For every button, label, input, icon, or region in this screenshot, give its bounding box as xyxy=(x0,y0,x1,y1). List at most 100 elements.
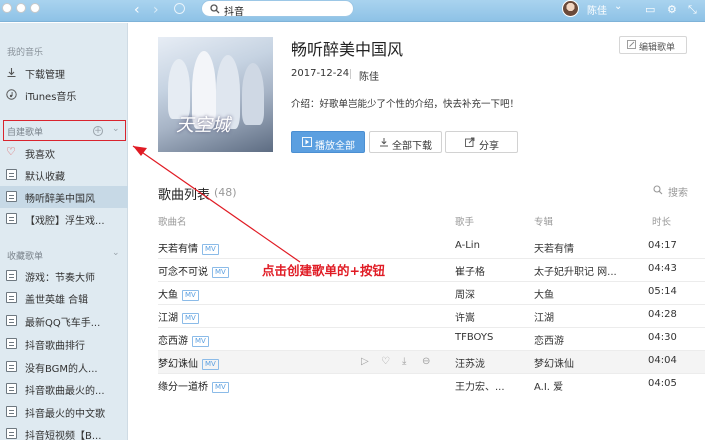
column-header-artist[interactable]: 歌手 xyxy=(455,214,474,228)
table-row[interactable]: 梦幻诛仙 MV ▷ ♡ ⤓ ⊖ 汪苏泷 梦幻诛仙 04:04 xyxy=(158,351,705,374)
song-artist[interactable]: 周深 xyxy=(455,286,475,301)
song-album[interactable]: 恋西游 xyxy=(534,332,624,347)
song-artist[interactable]: 汪苏泷 xyxy=(455,355,485,370)
heart-icon: ♡ xyxy=(6,145,16,158)
song-list-title: 歌曲列表 xyxy=(158,188,211,203)
song-artist[interactable]: 崔子格 xyxy=(455,263,485,278)
table-row[interactable]: 江湖 MV 许嵩 江湖 04:28 xyxy=(158,305,705,328)
forward-arrow-icon[interactable]: › xyxy=(153,2,159,18)
song-name[interactable]: 缘分一道桥 MV xyxy=(158,378,229,393)
sidebar-item-collected[interactable]: 抖音歌曲排行 xyxy=(0,333,128,355)
song-album[interactable]: 天若有情 xyxy=(534,240,624,255)
song-album[interactable]: A.I. 爱 xyxy=(534,378,624,393)
playlist-icon xyxy=(6,270,17,281)
song-duration: 04:28 xyxy=(648,309,677,320)
playlist-icon xyxy=(6,315,17,326)
table-row[interactable]: 缘分一道桥 MV 王力宏、... A.I. 爱 04:05 xyxy=(158,374,705,397)
chevron-down-icon[interactable]: ⌄ xyxy=(112,248,120,258)
refresh-icon[interactable] xyxy=(174,3,185,14)
sidebar-item-label: 盖世英雄 合辑 xyxy=(25,295,89,306)
sidebar-item-playlist[interactable]: 【戏腔】浮生戏... xyxy=(0,208,128,230)
minimize-icon[interactable]: ⤡ xyxy=(688,3,697,17)
song-album[interactable]: 大鱼 xyxy=(534,286,624,301)
title-bar: ‹ › 抖音 陈佳 ⌄ ▭ ⚙ ⤡ xyxy=(0,0,705,22)
sidebar-item-label: 没有BGM的人... xyxy=(25,364,98,375)
song-artist[interactable]: A-Lin xyxy=(455,240,480,251)
play-icon[interactable]: ▷ xyxy=(361,356,369,367)
sidebar-item-itunes[interactable]: iTunes音乐 xyxy=(0,84,128,106)
play-all-button[interactable]: 播放全部 xyxy=(291,131,365,153)
song-name[interactable]: 恋西游 MV xyxy=(158,332,209,347)
search-input[interactable]: 抖音 xyxy=(201,0,354,18)
sidebar-item-collected[interactable]: 游戏：节奏大师 xyxy=(0,265,128,287)
mv-badge[interactable]: MV xyxy=(212,382,229,393)
song-title: 缘分一道桥 xyxy=(158,382,208,393)
sidebar-item-collected[interactable]: 盖世英雄 合辑 xyxy=(0,287,128,309)
song-name[interactable]: 大鱼 MV xyxy=(158,286,199,301)
avatar[interactable] xyxy=(562,0,579,17)
download-icon[interactable]: ⤓ xyxy=(402,356,406,367)
play-icon xyxy=(302,137,312,147)
sidebar-item-collected[interactable]: 抖音歌曲最火的... xyxy=(0,378,128,400)
sidebar-item-default-collection[interactable]: 默认收藏 xyxy=(0,164,128,186)
table-row[interactable]: 天若有情 MV A-Lin 天若有情 04:17 xyxy=(158,236,705,259)
window-minimize-button[interactable] xyxy=(16,3,26,13)
edit-icon xyxy=(627,40,636,49)
song-duration: 04:30 xyxy=(648,332,677,343)
song-duration: 04:04 xyxy=(648,355,677,366)
download-icon xyxy=(7,68,16,78)
more-icon[interactable]: ⊖ xyxy=(422,356,430,367)
song-artist[interactable]: 王力宏、... xyxy=(455,378,505,393)
back-arrow-icon[interactable]: ‹ xyxy=(134,2,140,18)
edit-playlist-button[interactable]: 编辑歌单 xyxy=(619,36,687,54)
mv-badge[interactable]: MV xyxy=(212,267,229,278)
song-name[interactable]: 可念不可说 MV xyxy=(158,263,229,278)
gear-icon[interactable]: ⚙ xyxy=(667,3,677,16)
download-all-button[interactable]: 全部下载 xyxy=(369,131,442,153)
song-name[interactable]: 天若有情 MV xyxy=(158,240,219,255)
song-album[interactable]: 梦幻诛仙 xyxy=(534,355,624,370)
sidebar-item-downloads[interactable]: 下载管理 xyxy=(0,62,128,84)
user-name[interactable]: 陈佳 xyxy=(587,2,607,17)
playlist-date: 2017-12-24 xyxy=(291,68,350,79)
sidebar-item-collected[interactable]: 抖音最火的中文歌 xyxy=(0,401,128,423)
sidebar-item-current-playlist[interactable]: 畅听醉美中国风 xyxy=(0,186,128,208)
column-header-duration[interactable]: 时长 xyxy=(652,214,671,228)
cover-figure xyxy=(242,63,264,125)
table-row[interactable]: 恋西游 MV TFBOYS 恋西游 04:30 xyxy=(158,328,705,351)
window-zoom-button[interactable] xyxy=(30,3,40,13)
playlist-icon xyxy=(6,191,17,202)
song-album[interactable]: 江湖 xyxy=(534,309,624,324)
song-artist[interactable]: TFBOYS xyxy=(455,332,493,343)
mv-badge[interactable]: MV xyxy=(182,290,199,301)
column-header-name[interactable]: 歌曲名 xyxy=(158,214,187,228)
window-close-button[interactable] xyxy=(2,3,12,13)
cover-figure xyxy=(168,59,190,119)
song-duration: 04:05 xyxy=(648,378,677,389)
playlist-icon xyxy=(6,213,17,224)
message-icon[interactable]: ▭ xyxy=(645,3,655,16)
section-header-collected-playlists: 收藏歌单 ⌄ xyxy=(0,247,128,263)
mv-badge[interactable]: MV xyxy=(182,313,199,324)
sidebar-item-favorites[interactable]: ♡ 我喜欢 xyxy=(0,142,128,164)
table-row[interactable]: 可念不可说 MV 崔子格 太子妃升职记 网... 04:43 xyxy=(158,259,705,282)
playlist-creator[interactable]: 陈佳 xyxy=(359,68,379,83)
song-title: 天若有情 xyxy=(158,244,198,255)
column-header-album[interactable]: 专辑 xyxy=(534,214,553,228)
song-album[interactable]: 太子妃升职记 网... xyxy=(534,263,624,278)
sidebar-item-collected[interactable]: 最新QQ飞车手... xyxy=(0,310,128,332)
heart-icon[interactable]: ♡ xyxy=(381,356,390,367)
mv-badge[interactable]: MV xyxy=(202,359,219,370)
song-duration: 04:43 xyxy=(648,263,677,274)
share-button[interactable]: 分享 xyxy=(445,131,518,153)
song-artist[interactable]: 许嵩 xyxy=(455,309,475,324)
mv-badge[interactable]: MV xyxy=(202,244,219,255)
table-row[interactable]: 大鱼 MV 周深 大鱼 05:14 xyxy=(158,282,705,305)
song-name[interactable]: 江湖 MV xyxy=(158,309,199,324)
sidebar-item-label: 下载管理 xyxy=(25,70,65,81)
sidebar-item-collected[interactable]: 抖音短视频【B... xyxy=(0,423,128,440)
mv-badge[interactable]: MV xyxy=(192,336,209,347)
song-name[interactable]: 梦幻诛仙 MV xyxy=(158,355,219,370)
chevron-down-icon[interactable]: ⌄ xyxy=(614,1,622,12)
sidebar-item-collected[interactable]: 没有BGM的人... xyxy=(0,356,128,378)
